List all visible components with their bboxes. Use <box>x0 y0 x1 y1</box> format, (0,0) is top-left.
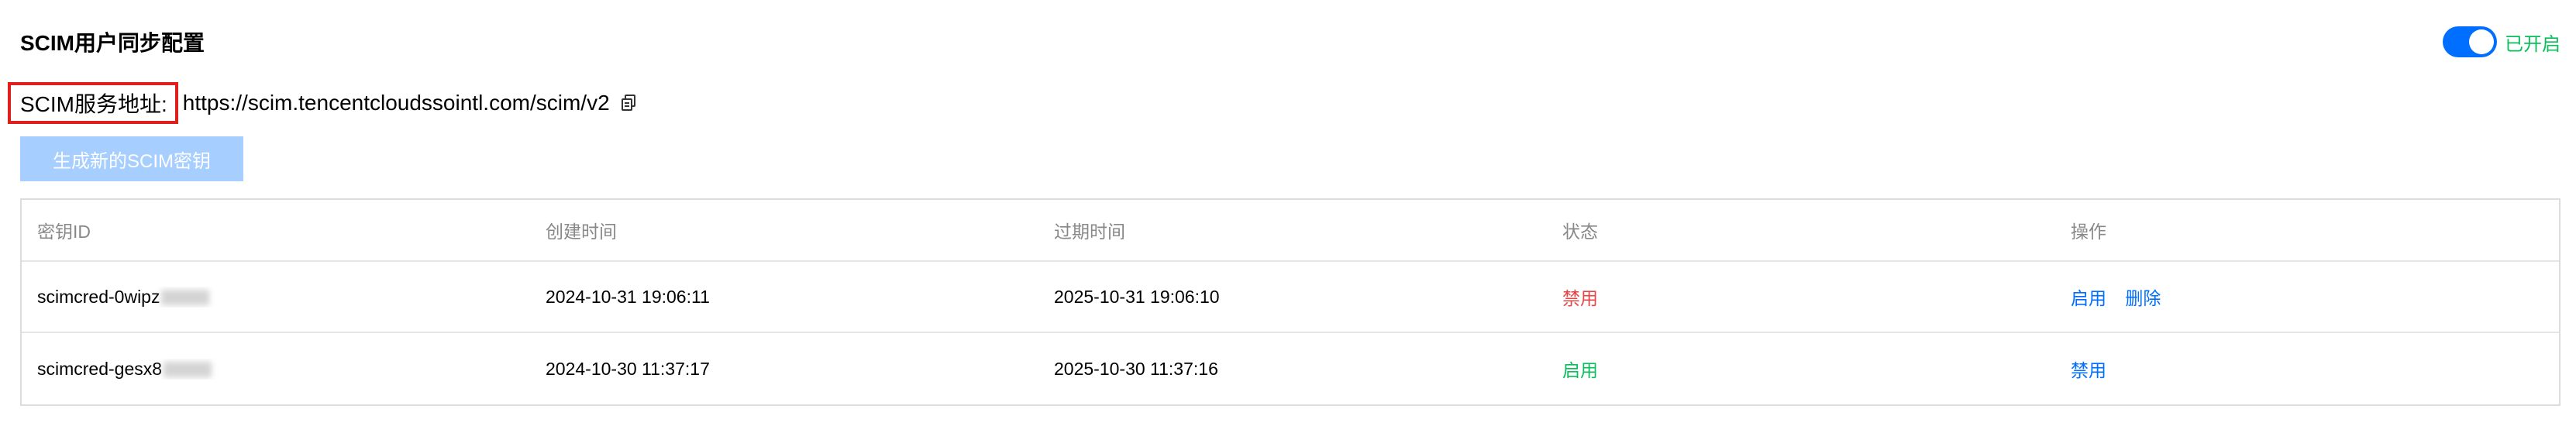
service-address-label: SCIM服务地址: <box>8 82 178 124</box>
header-status: 状态 <box>1562 222 1598 242</box>
created-time-cell: 2024-10-31 19:06:11 <box>546 286 710 307</box>
status-badge: 禁用 <box>1562 288 1598 308</box>
actions-cell: 禁用 <box>2055 356 2559 382</box>
table-row: scimcred-gesx8 2024-10-30 11:37:17 2025-… <box>22 333 2559 404</box>
toggle-knob <box>2469 29 2494 54</box>
delete-link[interactable]: 删除 <box>2125 288 2161 308</box>
disable-link[interactable]: 禁用 <box>2071 360 2106 380</box>
expire-time-cell: 2025-10-30 11:37:16 <box>1054 358 1218 379</box>
service-address-url: https://scim.tencentcloudssointl.com/sci… <box>182 91 610 115</box>
sync-toggle[interactable] <box>2443 26 2497 57</box>
created-time-cell: 2024-10-30 11:37:17 <box>546 358 710 379</box>
header-created-time: 创建时间 <box>546 222 617 242</box>
expire-time-cell: 2025-10-31 19:06:10 <box>1054 286 1220 307</box>
generate-scim-key-button[interactable]: 生成新的SCIM密钥 <box>20 136 243 181</box>
header-expire-time: 过期时间 <box>1054 222 1125 242</box>
status-badge: 启用 <box>1562 360 1598 380</box>
scim-key-table: 密钥ID 创建时间 过期时间 状态 操作 scimcred-0wipz 2024… <box>20 198 2561 406</box>
copy-icon[interactable] <box>621 94 638 112</box>
page-title: SCIM用户同步配置 <box>20 31 205 55</box>
enable-link[interactable]: 启用 <box>2071 288 2106 308</box>
toggle-status-label: 已开启 <box>2505 33 2561 55</box>
table-header-row: 密钥ID 创建时间 过期时间 状态 操作 <box>22 200 2559 262</box>
redacted-mask <box>161 290 210 306</box>
key-id-text: scimcred-gesx8 <box>37 358 163 379</box>
table-row: scimcred-0wipz 2024-10-31 19:06:11 2025-… <box>22 262 2559 333</box>
sync-toggle-group: 已开启 <box>2443 26 2561 57</box>
redacted-mask <box>164 362 212 378</box>
header-key-id: 密钥ID <box>37 222 91 242</box>
actions-cell: 启用 删除 <box>2055 284 2559 310</box>
key-id-cell: scimcred-gesx8 <box>22 359 530 380</box>
key-id-cell: scimcred-0wipz <box>22 287 530 308</box>
service-address-row: SCIM服务地址: https://scim.tencentcloudssoin… <box>8 82 638 124</box>
header-actions: 操作 <box>2071 222 2106 242</box>
key-id-text: scimcred-0wipz <box>37 286 160 307</box>
